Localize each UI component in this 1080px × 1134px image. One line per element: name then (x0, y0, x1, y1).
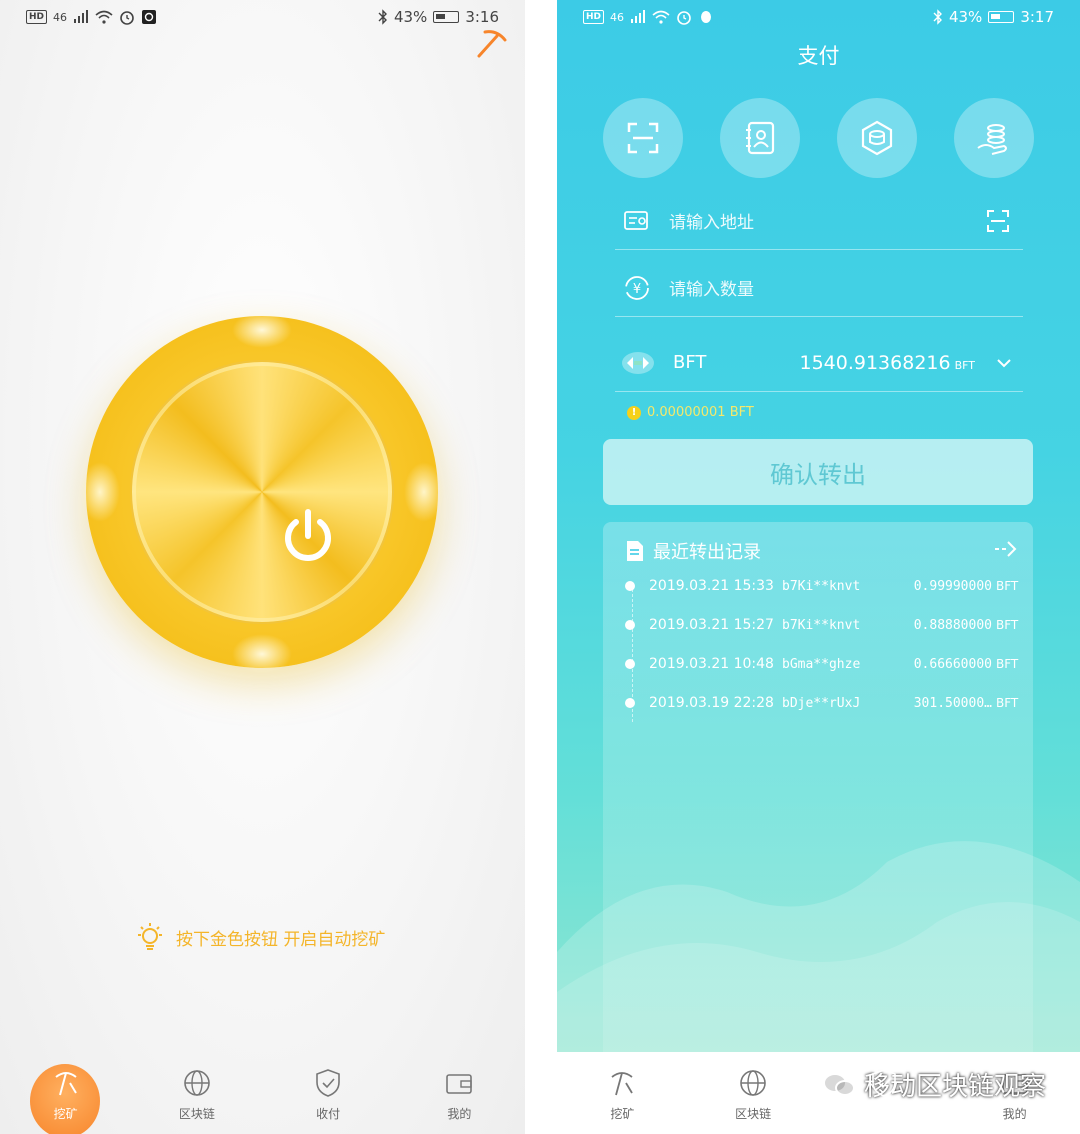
status-bar: HD 46 43% 3:16 (0, 0, 525, 36)
scan-button[interactable] (603, 98, 683, 178)
qq-icon (701, 11, 712, 23)
scan-icon (627, 122, 659, 154)
receive-button[interactable] (954, 98, 1034, 178)
transfer-row[interactable]: 2019.03.21 10:48 bGma**ghze 0.66660000 B… (625, 654, 1025, 674)
tab-label: 挖矿 (53, 1107, 78, 1121)
warning-icon: ! (627, 405, 641, 420)
pickaxe-icon (611, 1072, 634, 1096)
network-type: 46 (610, 10, 625, 24)
tab-label: 收付 (871, 1107, 896, 1121)
power-icon (285, 509, 331, 561)
tab-mining[interactable]: 挖矿 (557, 1052, 688, 1134)
fee-info: ! 0.00000001 BFT (627, 405, 754, 420)
chevron-down-icon (997, 358, 1011, 367)
transfer-row[interactable]: 2019.03.19 22:28 bDje**rUxJ 301.50000… B… (625, 693, 1025, 713)
token-selector[interactable]: BFT 1540.91368216 BFT (615, 334, 1023, 392)
battery-percent: 43% (948, 8, 983, 26)
confirm-transfer-button[interactable]: 确认转出 (603, 439, 1033, 505)
hd-icon: HD (583, 10, 605, 24)
tab-label: 我的 (1002, 1107, 1027, 1121)
tab-mining[interactable]: 挖矿 (0, 1052, 131, 1134)
svg-text:¥: ¥ (633, 282, 641, 297)
signal-icon (631, 10, 646, 23)
clock: 3:16 (465, 8, 499, 26)
alarm-icon (677, 11, 691, 25)
clock: 3:17 (1020, 8, 1054, 26)
globe-icon (184, 1070, 210, 1096)
wechat-icon (823, 1072, 855, 1096)
hd-icon: HD (26, 10, 48, 24)
address-placeholder: 请输入地址 (669, 213, 754, 233)
recent-transfers-header: 最近转出记录 (625, 538, 761, 564)
recent-transfers-panel: 最近转出记录 2019.03.21 15:33 b7Ki**knvt 0.999… (603, 522, 1033, 1062)
coin-face (130, 360, 394, 624)
yuan-coin-icon: ¥ (623, 274, 651, 302)
recent-transfers-title: 最近转出记录 (653, 542, 761, 563)
tab-label: 我的 (447, 1107, 472, 1121)
signal-icon (74, 10, 89, 23)
amount-placeholder: 请输入数量 (669, 280, 754, 300)
status-bar: HD 46 43% 3:17 (557, 0, 1080, 36)
watermark: 移动区块链观察 (822, 1066, 1046, 1103)
timeline-dot (625, 581, 635, 591)
battery-icon (433, 11, 460, 23)
timeline-dot (625, 698, 635, 708)
arrow-right-icon[interactable] (993, 538, 1019, 560)
timeline-dot (625, 659, 635, 669)
bft-token-icon (622, 351, 654, 374)
tab-label: 挖矿 (610, 1107, 635, 1121)
app-notification-icon (142, 10, 157, 24)
alarm-icon (120, 11, 134, 25)
timeline-dot (625, 620, 635, 630)
contact-book-icon (746, 121, 775, 155)
tab-blockchain[interactable]: 区块链 (688, 1052, 819, 1134)
wallet-icon (446, 1074, 473, 1094)
wifi-icon (95, 10, 113, 24)
shield-check-icon (872, 1069, 896, 1097)
contacts-button[interactable] (720, 98, 800, 178)
transfer-row[interactable]: 2019.03.21 15:33 b7Ki**knvt 0.99990000 B… (625, 576, 1025, 596)
bluetooth-icon (933, 9, 942, 25)
pickaxe-icon (55, 1072, 77, 1096)
mining-power-button[interactable] (80, 312, 444, 674)
coin-exchange-icon (861, 120, 893, 156)
mining-screen: HD 46 43% 3:16 按下金色按钮 开启自动挖矿 挖矿 区块链 收付 我… (0, 0, 525, 1134)
shield-check-icon (316, 1069, 340, 1097)
tab-payment[interactable]: 收付 (263, 1052, 394, 1134)
pickaxe-icon[interactable] (473, 26, 507, 60)
address-field[interactable]: 请输入地址 (615, 192, 1023, 250)
amount-field[interactable]: ¥ 请输入数量 (615, 259, 1023, 317)
network-type: 46 (53, 10, 68, 24)
address-card-icon (623, 207, 651, 235)
tab-label: 收付 (316, 1107, 341, 1121)
lightbulb-icon (138, 923, 162, 950)
hint-text: 按下金色按钮 开启自动挖矿 (176, 929, 386, 950)
mining-hint: 按下金色按钮 开启自动挖矿 (134, 921, 385, 953)
battery-percent: 43% (393, 8, 428, 26)
gold-coin (80, 312, 444, 674)
exchange-button[interactable] (837, 98, 917, 178)
tab-blockchain[interactable]: 区块链 (131, 1052, 262, 1134)
payment-screen: HD 46 43% 3:17 支付 请输入地址 ¥ 请输入数量 BFT 1540… (557, 0, 1080, 1134)
token-balance: 1540.91368216 BFT (799, 351, 975, 374)
token-name: BFT (673, 352, 707, 373)
transfer-row[interactable]: 2019.03.21 15:27 b7Ki**knvt 0.88880000 B… (625, 615, 1025, 635)
fee-amount: 0.00000001 BFT (647, 405, 754, 420)
battery-icon (988, 11, 1015, 23)
scan-icon[interactable] (985, 208, 1011, 234)
globe-icon (740, 1070, 766, 1096)
tab-label: 区块链 (178, 1107, 215, 1121)
document-icon (627, 541, 643, 561)
coin-hand-icon (977, 124, 1007, 155)
bottom-tab-bar: 挖矿 区块链 收付 我的 (0, 1052, 525, 1134)
tab-mine[interactable]: 我的 (394, 1052, 525, 1134)
page-title: 支付 (797, 44, 840, 68)
bluetooth-icon (378, 9, 387, 25)
tab-label: 区块链 (735, 1107, 772, 1121)
wifi-icon (652, 10, 670, 24)
